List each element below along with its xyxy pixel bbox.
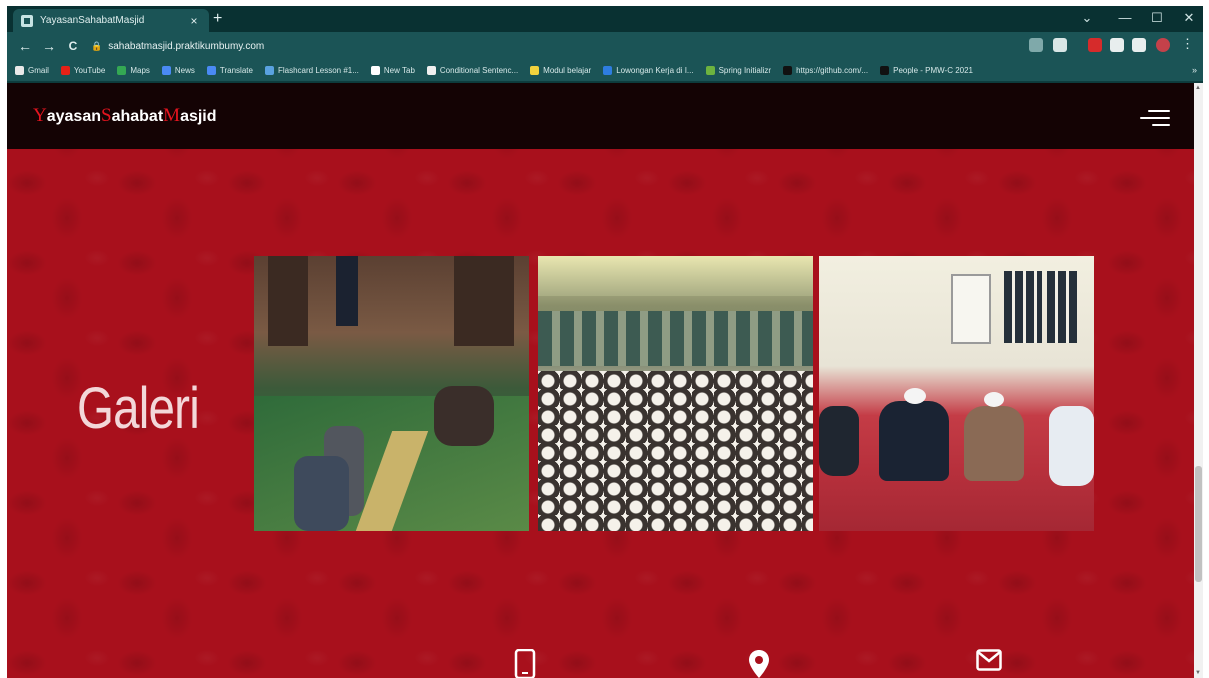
brand-initial-m: M — [163, 105, 181, 126]
bookmark-item[interactable]: Maps — [117, 66, 150, 75]
lock-icon[interactable]: 🔒 — [91, 41, 102, 52]
bookmark-label: Maps — [130, 66, 150, 75]
email-icon[interactable] — [976, 649, 1002, 671]
bookmark-favicon-icon — [530, 66, 540, 75]
bookmark-item[interactable]: News — [161, 66, 195, 75]
bookmark-favicon-icon — [603, 66, 613, 75]
bookmark-label: Translate — [219, 66, 253, 75]
bookmark-label: New Tab — [383, 66, 415, 75]
tab-strip: YayasanSahabatMasjid × + ⌄ — ☐ ✕ — [7, 6, 1203, 32]
browser-toolbar: ← → C 🔒 sahabatmasjid.praktikumbumy.com — [7, 32, 1203, 60]
back-button[interactable]: ← — [13, 38, 37, 54]
bookmark-item[interactable]: YouTube — [60, 66, 106, 75]
bookmark-label: Modul belajar — [543, 66, 592, 75]
tab-close-icon[interactable]: × — [187, 14, 201, 28]
bookmark-label: News — [174, 66, 195, 75]
scroll-up-arrow-icon[interactable]: ▲ — [1195, 85, 1201, 91]
url-text: sahabatmasjid.praktikumbumy.com — [108, 40, 265, 52]
minimize-button[interactable]: — — [1109, 10, 1141, 25]
brand-initial-s: S — [101, 105, 112, 126]
location-pin-icon[interactable] — [748, 649, 770, 678]
bookmark-favicon-icon — [370, 66, 380, 75]
bookmark-item[interactable]: People - PMW-C 2021 — [880, 66, 973, 75]
forward-button[interactable]: → — [37, 38, 61, 54]
reload-button[interactable]: C — [61, 39, 85, 53]
bookmark-label: Lowongan Kerja di I... — [616, 66, 694, 75]
bookmark-item[interactable]: Gmail — [15, 66, 49, 75]
bookmark-item[interactable]: Modul belajar — [530, 66, 591, 75]
bookmark-star-icon[interactable] — [1053, 38, 1067, 52]
bookmark-favicon-icon — [161, 66, 171, 75]
bookmark-favicon-icon — [426, 66, 436, 75]
site-navbar: Yayasan Sahabat Masjid — [7, 83, 1194, 149]
bookmark-item[interactable]: Lowongan Kerja di I... — [603, 66, 694, 75]
browser-tab[interactable]: YayasanSahabatMasjid × — [13, 9, 209, 32]
bookmark-label: Flashcard Lesson #1... — [277, 66, 359, 75]
extension-icon[interactable] — [1088, 38, 1102, 52]
scroll-down-arrow-icon[interactable]: ▼ — [1195, 670, 1201, 676]
site-brand-logo[interactable]: Yayasan Sahabat Masjid — [33, 105, 217, 127]
menu-kebab-icon[interactable]: ⋮ — [1181, 36, 1194, 52]
page-viewport: Yayasan Sahabat Masjid Galeri — [7, 83, 1194, 678]
bookmark-item[interactable]: New Tab — [370, 66, 415, 75]
bookmark-favicon-icon — [15, 66, 24, 75]
contact-icons-row — [7, 643, 1194, 678]
bookmark-label: YouTube — [73, 66, 106, 75]
bookmark-favicon-icon — [880, 66, 890, 75]
bookmark-item[interactable]: Spring Initializr — [705, 66, 772, 75]
maximize-button[interactable]: ☐ — [1141, 10, 1173, 26]
browser-window: YayasanSahabatMasjid × + ⌄ — ☐ ✕ ← → C 🔒… — [7, 6, 1203, 678]
bookmark-label: Conditional Sentenc... — [439, 66, 519, 75]
gallery-photo-prayer[interactable] — [538, 256, 813, 531]
bookmarks-overflow-icon[interactable]: » — [1192, 65, 1197, 75]
tab-title: YayasanSahabatMasjid — [40, 15, 145, 26]
close-window-button[interactable]: ✕ — [1173, 10, 1203, 26]
bookmark-favicon-icon — [783, 66, 793, 75]
gallery-photo-study-circle[interactable] — [819, 256, 1094, 531]
share-icon[interactable] — [1029, 38, 1043, 52]
bookmark-favicon-icon — [206, 66, 216, 75]
bookmark-favicon-icon — [705, 66, 715, 75]
side-panel-icon[interactable] — [1132, 38, 1146, 52]
bookmark-item[interactable]: Flashcard Lesson #1... — [264, 66, 359, 75]
brand-word-masjid: asjid — [180, 108, 217, 125]
new-tab-button[interactable]: + — [213, 11, 222, 27]
brand-initial-y: Y — [33, 105, 47, 126]
bookmark-item[interactable]: https://github.com/... — [783, 66, 868, 75]
site-favicon-icon — [21, 14, 33, 27]
brand-word-sahabat: ahabat — [111, 108, 164, 125]
bookmark-label: People - PMW-C 2021 — [893, 66, 973, 75]
page-scrollbar[interactable]: ▲ ▼ — [1194, 83, 1203, 678]
extensions-puzzle-icon[interactable] — [1110, 38, 1124, 52]
scrollbar-thumb[interactable] — [1195, 466, 1202, 582]
bookmark-favicon-icon — [264, 66, 274, 75]
bookmark-label: https://github.com/... — [796, 66, 869, 75]
bookmark-item[interactable]: Conditional Sentenc... — [426, 66, 519, 75]
gallery-photo-iftar[interactable] — [254, 256, 529, 531]
tab-search-icon[interactable]: ⌄ — [1071, 10, 1103, 26]
bookmark-favicon-icon — [117, 66, 127, 75]
brand-word-yayasan: ayasan — [46, 108, 101, 125]
phone-icon[interactable] — [514, 649, 536, 678]
bookmark-label: Gmail — [28, 66, 49, 75]
profile-avatar[interactable] — [1156, 38, 1170, 52]
bookmark-label: Spring Initializr — [718, 66, 772, 75]
address-bar[interactable]: 🔒 sahabatmasjid.praktikumbumy.com — [91, 36, 1021, 56]
bookmark-item[interactable]: Translate — [206, 66, 253, 75]
hamburger-menu-icon[interactable] — [1140, 107, 1170, 129]
gallery-heading: Galeri — [77, 376, 200, 441]
bookmarks-bar: Gmail YouTube Maps News Translate Flashcard L… — [7, 60, 1203, 82]
bookmark-favicon-icon — [60, 66, 70, 75]
